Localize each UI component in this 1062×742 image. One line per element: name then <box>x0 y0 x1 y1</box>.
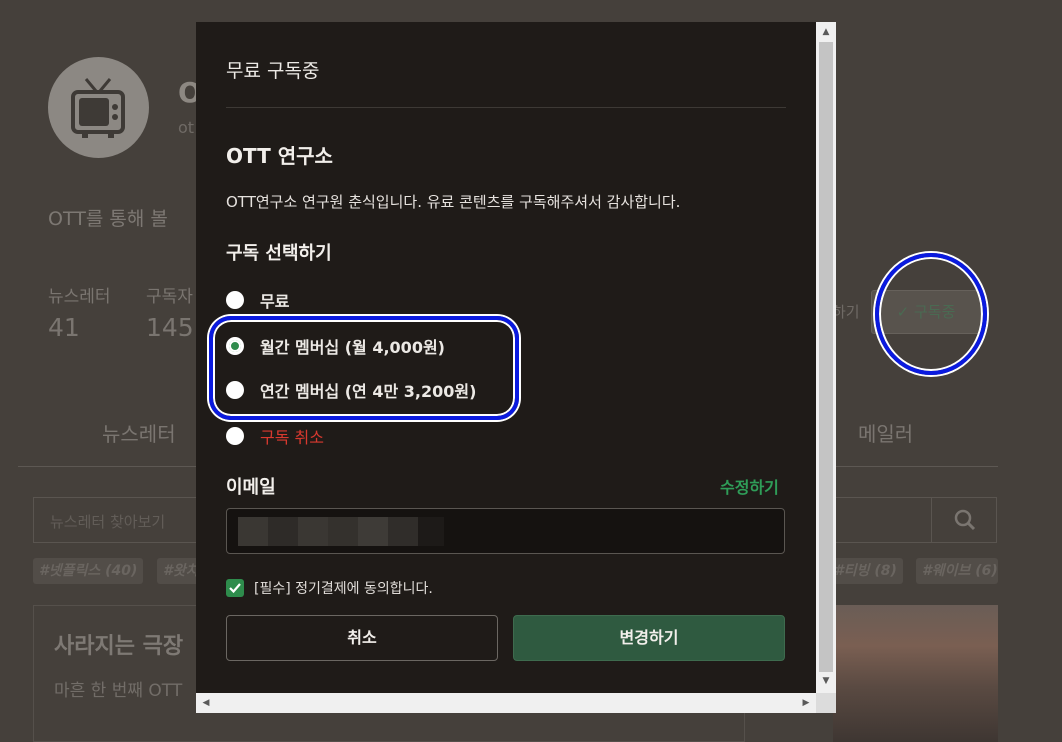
tag-tving[interactable]: #티빙 (8) <box>828 558 903 584</box>
article-thumbnail <box>833 605 998 742</box>
edit-email-link[interactable]: 수정하기 <box>720 474 779 498</box>
stat-value-newsletter: 41 <box>48 313 80 342</box>
share-label[interactable]: 하기 <box>832 301 860 322</box>
tag-netflix[interactable]: #넷플릭스 (40) <box>33 558 144 584</box>
check-icon <box>229 583 241 594</box>
horizontal-scrollbar[interactable] <box>196 693 816 713</box>
scroll-right-icon[interactable]: ▶ <box>796 698 816 708</box>
article-subtitle: 마흔 한 번째 OTT <box>54 681 183 701</box>
scroll-left-icon[interactable]: ◀ <box>196 698 216 708</box>
option-cancel-subscription[interactable]: 구독 취소 <box>226 424 324 448</box>
agree-checkbox[interactable] <box>226 579 244 597</box>
choose-subscription-label: 구독 선택하기 <box>226 243 332 264</box>
highlight-membership-options-ring <box>209 316 519 420</box>
option-free[interactable]: 무료 <box>226 288 289 312</box>
tab-newsletter[interactable]: 뉴스레터 <box>102 418 176 447</box>
cancel-button[interactable]: 취소 <box>226 615 498 661</box>
stat-value-subscribers: 145 <box>146 313 194 342</box>
search-placeholder: 뉴스레터 찾아보기 <box>50 513 166 531</box>
scroll-up-icon[interactable]: ▲ <box>816 27 836 37</box>
vertical-scroll-thumb[interactable] <box>819 42 833 672</box>
scrollbar-corner <box>816 693 836 713</box>
publisher-name: OTT 연구소 <box>226 144 333 168</box>
tv-icon <box>71 78 125 138</box>
email-label: 이메일 <box>226 477 276 498</box>
apply-change-button[interactable]: 변경하기 <box>513 615 785 661</box>
article-title: 사라지는 극장 <box>54 634 184 659</box>
modal-divider <box>226 107 786 108</box>
profile-handle: ot <box>178 118 195 137</box>
modal-title: 무료 구독중 <box>226 60 320 82</box>
option-free-label: 무료 <box>260 292 290 311</box>
radio-cancel-subscription[interactable] <box>226 427 244 445</box>
agree-label: [필수] 정기결제에 동의합니다. <box>254 581 433 597</box>
stat-label-subscribers: 구독자 <box>146 287 193 307</box>
profile-description: OTT를 통해 볼 <box>48 208 168 230</box>
search-button[interactable] <box>931 498 998 542</box>
agree-checkbox-row[interactable]: [필수] 정기결제에 동의합니다. <box>226 578 433 598</box>
avatar <box>48 57 149 158</box>
tag-wavve[interactable]: #웨이브 (6) <box>916 558 998 584</box>
tab-mailer[interactable]: 메일러 <box>858 418 913 447</box>
stat-label-newsletter: 뉴스레터 <box>48 287 111 307</box>
publisher-description: OTT연구소 연구원 춘식입니다. 유료 콘텐츠를 구독해주셔서 감사합니다. <box>226 193 681 211</box>
highlight-subscribed-button-ring <box>875 253 987 375</box>
radio-free[interactable] <box>226 291 244 309</box>
option-cancel-label: 구독 취소 <box>260 428 324 447</box>
search-icon <box>954 509 976 531</box>
scroll-down-icon[interactable]: ▼ <box>816 676 836 686</box>
